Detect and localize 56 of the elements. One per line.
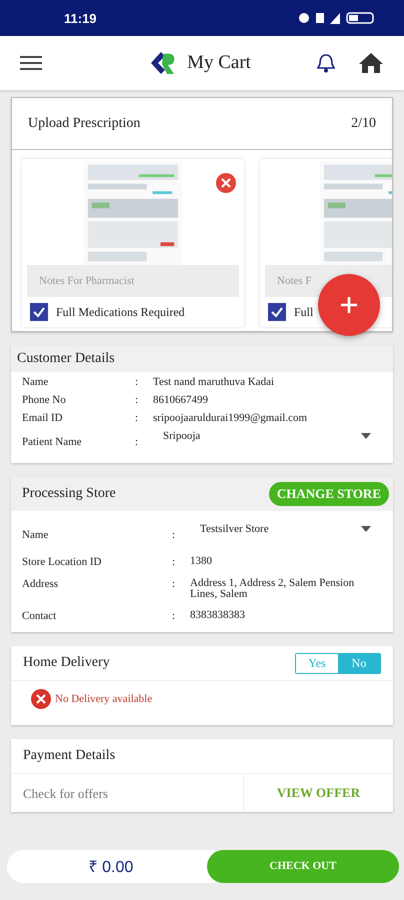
error-icon — [31, 689, 51, 709]
checkbox[interactable] — [30, 303, 48, 321]
remove-icon[interactable] — [216, 173, 236, 193]
section-title: Payment Details — [23, 748, 116, 764]
colon: : — [172, 556, 176, 568]
toggle-option[interactable]: No — [338, 654, 380, 672]
vibrate-icon — [316, 13, 324, 23]
field-value: 8383838383 — [190, 610, 246, 621]
signal-icon — [330, 12, 340, 24]
total-amount: ₹ 0.00 — [7, 850, 215, 882]
status-time: 11:19 — [64, 10, 97, 26]
view-offer-button[interactable]: VIEW OFFER — [243, 774, 393, 812]
battery-icon — [346, 12, 374, 24]
notes-field[interactable]: Notes For Pharmacist — [27, 265, 239, 297]
field-label: Contact — [22, 610, 58, 622]
section-title: Processing Store — [22, 486, 116, 502]
field-label: Address — [22, 578, 60, 590]
colon: : — [135, 436, 138, 448]
field-label: Patient Name — [22, 436, 83, 448]
field-value: 1380 — [190, 556, 213, 567]
colon: : — [172, 528, 176, 540]
section-title: Customer Details — [17, 351, 115, 367]
alarm-icon — [298, 12, 310, 24]
section-title: Home Delivery — [23, 655, 110, 671]
colon: : — [172, 610, 176, 622]
menu-icon[interactable] — [20, 54, 44, 72]
add-button[interactable] — [318, 274, 380, 336]
colon: : — [135, 376, 138, 388]
dropdown-value[interactable]: Testsilver Store — [200, 523, 269, 535]
field-label: Store Location ID — [22, 556, 102, 568]
section-title: Upload Prescription — [28, 116, 140, 132]
checkout-button[interactable]: CHECK OUT — [207, 850, 399, 882]
checkbox-label: Full — [294, 304, 314, 320]
upload-count: 2/10 — [351, 116, 376, 132]
colon: : — [135, 394, 138, 406]
field-label: Phone No — [22, 394, 67, 406]
checkbox-label: Full Medications Required — [56, 304, 185, 320]
colon: : — [172, 578, 176, 590]
field-label: Email ID — [22, 412, 64, 424]
notification-bell-icon[interactable] — [316, 52, 336, 74]
field-value: Test nand maruthuva Kadai — [153, 376, 276, 388]
home-icon[interactable] — [358, 52, 384, 74]
caret-icon[interactable] — [361, 433, 371, 439]
page-title: My Cart — [187, 52, 251, 74]
caret-icon[interactable] — [361, 526, 371, 532]
field-value: Address 1, Address 2, Salem Pension Lines, Salem — [190, 578, 356, 600]
colon: : — [135, 412, 138, 424]
field-value: 8610667499 — [153, 394, 209, 406]
error-message: No Delivery available — [55, 693, 152, 705]
change-store-button[interactable]: CHANGE STORE — [268, 482, 389, 506]
field-label: Name — [22, 528, 50, 540]
dropdown-value[interactable]: Sripooja — [163, 430, 200, 442]
offers-label: Check for offers — [22, 785, 109, 803]
field-value: sripoojaaruldurai1999@gmail.com — [153, 412, 308, 424]
field-label: Name — [22, 376, 50, 388]
checkbox[interactable] — [268, 303, 286, 321]
